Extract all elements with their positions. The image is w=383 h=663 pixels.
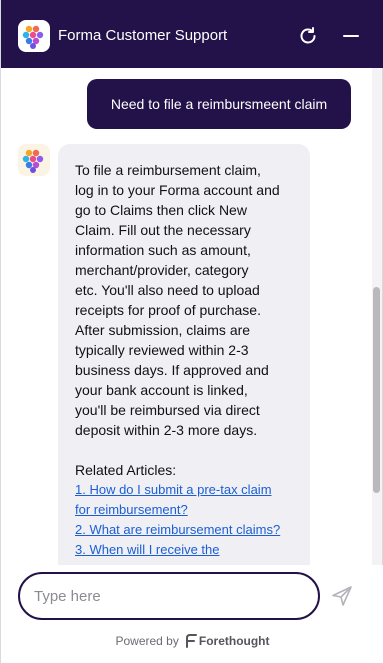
related-article-link[interactable]: 2. What are reimbursement claims? bbox=[75, 520, 298, 540]
powered-by: Powered by Forethought bbox=[1, 631, 383, 651]
bot-message: To file a reimbursement claim, log in to… bbox=[58, 144, 310, 565]
bot-message-text: To file a reimbursement claim, log in to… bbox=[75, 162, 280, 438]
powered-by-label: Powered by bbox=[115, 634, 179, 648]
related-article-link[interactable]: 3. When will I receive the bbox=[75, 540, 298, 560]
minimize-icon bbox=[343, 35, 359, 37]
composer: Powered by Forethought bbox=[1, 565, 383, 663]
chat-title: Forma Customer Support bbox=[58, 27, 228, 44]
user-message: Need to file a reimbursmeent claim bbox=[87, 79, 351, 129]
related-article-link[interactable]: 1. How do I submit a pre-tax claim for r… bbox=[75, 480, 298, 520]
message-list[interactable]: Need to file a reimbursmeent claim To fi… bbox=[1, 68, 372, 565]
refresh-button[interactable] bbox=[296, 24, 320, 48]
message-input[interactable] bbox=[18, 572, 320, 620]
related-articles-heading: Related Articles: bbox=[75, 462, 177, 478]
refresh-icon bbox=[300, 27, 316, 44]
send-button[interactable] bbox=[331, 585, 353, 607]
send-icon bbox=[332, 586, 352, 606]
forma-logo-icon bbox=[18, 20, 50, 52]
minimize-button[interactable] bbox=[339, 24, 363, 48]
forethought-brand[interactable]: Forethought bbox=[199, 634, 270, 648]
forethought-icon bbox=[185, 634, 197, 648]
chat-header: Forma Customer Support bbox=[1, 0, 383, 68]
chat-widget: Forma Customer Support Need to file a re… bbox=[0, 0, 383, 663]
scrollbar-thumb[interactable] bbox=[373, 287, 380, 493]
bot-avatar-icon bbox=[18, 144, 50, 176]
